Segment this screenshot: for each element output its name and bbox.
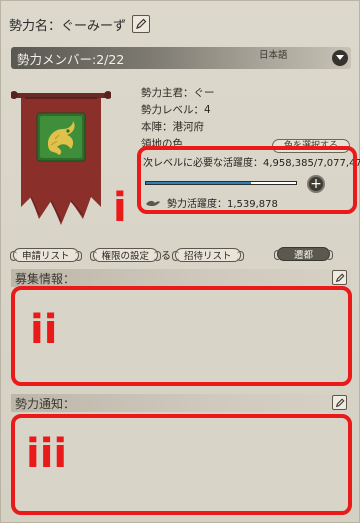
return-wrap: 遷都 <box>273 247 334 261</box>
members-bar[interactable]: 勢力メンバー:2/22 <box>11 47 351 69</box>
action-row: 申請リスト 権限の設定 る 招待リスト <box>10 247 244 262</box>
faction-panel: 勢力名：ぐーみーず 勢力メンバー:2/22 日本語 勢力主君：ぐー 勢力レベル：… <box>0 0 360 523</box>
annotation-label-i: i <box>113 185 127 231</box>
recruit-title: 募集情報： <box>15 271 76 286</box>
annotation-label-iii: iii <box>26 431 68 477</box>
requests-list-button[interactable]: 申請リスト <box>10 247 82 262</box>
language-label: 日本語 <box>259 50 288 61</box>
recruit-header: 募集情報： <box>11 269 351 287</box>
pencil-icon[interactable] <box>332 395 347 410</box>
members-count: 勢力メンバー:2/22 <box>17 51 125 67</box>
level-label: 勢力レベル：4 <box>141 104 211 116</box>
ru-text: る <box>161 251 172 262</box>
pencil-icon[interactable] <box>332 270 347 285</box>
faction-info: 勢力主君：ぐー 勢力レベル：4 本陣：港河府 領地の色 <box>141 85 215 153</box>
notice-title: 勢力通知： <box>15 396 76 411</box>
leader-label: 勢力主君：ぐー <box>141 87 215 99</box>
home-label: 本陣：港河府 <box>141 121 204 133</box>
annotation-label-ii: ii <box>30 307 58 353</box>
relocate-capital-button[interactable]: 遷都 <box>273 247 334 261</box>
dragon-banner-icon <box>10 89 112 229</box>
annotation-box-ii <box>11 286 352 386</box>
annotation-box-i <box>137 146 357 214</box>
invites-list-button[interactable]: 招待リスト <box>172 247 244 262</box>
chevron-down-icon[interactable] <box>332 50 348 66</box>
notice-header: 勢力通知： <box>11 394 351 412</box>
faction-name: 勢力名：ぐーみーず <box>9 18 127 34</box>
permissions-button[interactable]: 権限の設定 <box>89 247 161 262</box>
pencil-icon[interactable] <box>132 15 151 33</box>
faction-title-row: 勢力名：ぐーみーず <box>9 11 151 37</box>
